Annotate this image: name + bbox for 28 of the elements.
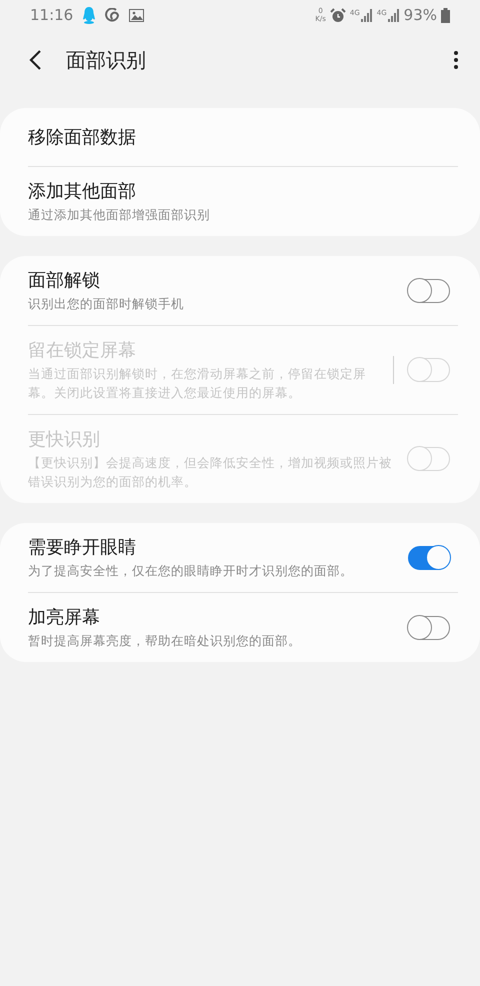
signal-icon — [360, 8, 373, 22]
setting-description: 【更快识别】会提高速度，但会降低安全性，增加视频或照片被错误识别为您的面部的机率。 — [28, 454, 392, 491]
setting-title: 添加其他面部 — [28, 180, 137, 203]
setting-description: 当通过面部识别解锁时，在您滑动屏幕之前，停留在锁定屏幕。关闭此设置将直接进入您最近使用的屏幕。 — [28, 365, 367, 402]
signal-icon — [388, 8, 400, 22]
setting-title: 需要睁开眼睛 — [28, 536, 137, 559]
setting-description: 通过添加其他面部增强面部识别 — [28, 206, 211, 224]
page-title: 面部识别 — [66, 46, 147, 74]
setting-description: 为了提高安全性，仅在您的眼睛睁开时才识别您的面部。 — [28, 562, 354, 580]
penguin-icon — [82, 6, 96, 24]
setting-title: 加亮屏幕 — [28, 606, 101, 629]
clock: 11:16 — [30, 6, 74, 24]
battery-icon — [441, 8, 450, 22]
setting-title: 移除面部数据 — [28, 126, 137, 149]
toggle-switch[interactable] — [408, 278, 450, 302]
swirl-icon — [105, 8, 120, 22]
toggle-switch[interactable] — [408, 546, 450, 570]
alarm-icon — [330, 8, 346, 22]
toggle-switch[interactable] — [408, 616, 450, 640]
setting-title: 更快识别 — [28, 428, 101, 451]
setting-description: 识别出您的面部时解锁手机 — [28, 295, 185, 313]
image-icon — [129, 8, 144, 22]
setting-item[interactable]: 移除面部数据 — [28, 108, 458, 166]
setting-title: 留在锁定屏幕 — [28, 339, 137, 362]
setting-item[interactable]: 添加其他面部 通过添加其他面部增强面部识别 — [28, 166, 458, 236]
setting-title: 面部解锁 — [28, 269, 101, 292]
setting-description: 暂时提高屏幕亮度，帮助在暗处识别您的面部。 — [28, 632, 302, 650]
battery-level: 93% — [404, 6, 437, 24]
